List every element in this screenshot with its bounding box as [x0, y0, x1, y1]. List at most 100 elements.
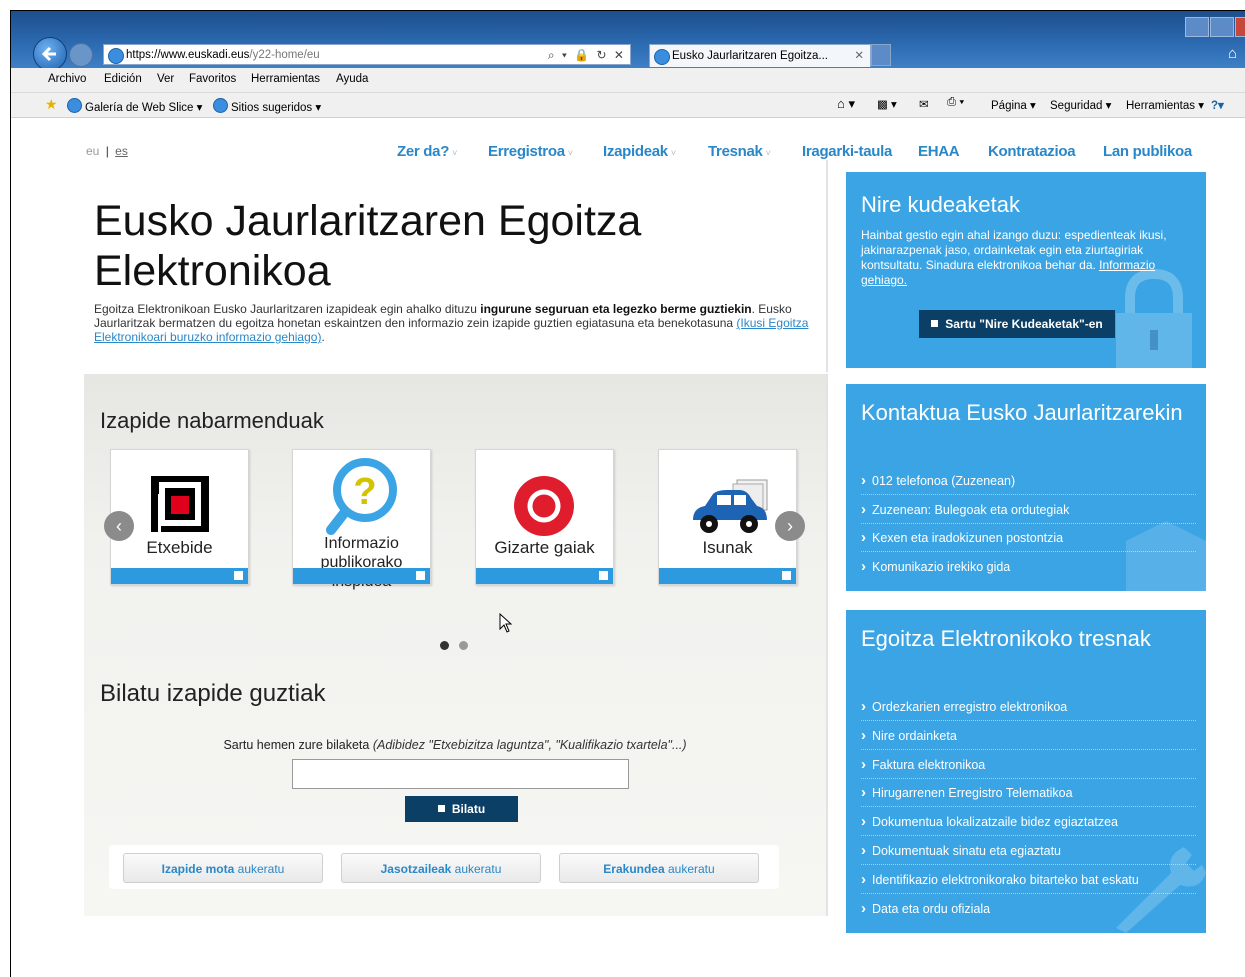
- home-icon[interactable]: ⌂: [1228, 45, 1237, 62]
- browser-tab[interactable]: Eusko Jaurlaritzaren Egoitza... ✕: [649, 44, 871, 67]
- address-tools[interactable]: ⌕ ▾ 🔒 ↻ ✕: [548, 45, 626, 66]
- menu-edit[interactable]: Edición: [104, 73, 142, 85]
- ie-icon: [67, 98, 82, 113]
- tool-link-identifikazioa[interactable]: Identifikazio elektronikorako bitarteko …: [861, 871, 1196, 894]
- maximize-button[interactable]: [1210, 17, 1234, 37]
- tool-link-lokalizatzailea[interactable]: Dokumentua lokalizatzaile bidez egiaztat…: [861, 813, 1196, 836]
- nav-izapideak[interactable]: Izapideak ˅: [603, 143, 676, 160]
- nav-zer-da[interactable]: Zer da? ˅: [397, 143, 457, 160]
- expand-icon: [234, 571, 243, 580]
- contact-link-zuzenean[interactable]: Zuzenean: Bulegoak eta ordutegiak: [861, 501, 1196, 524]
- nav-lan-publikoa[interactable]: Lan publikoa: [1103, 143, 1192, 160]
- cmd-security[interactable]: Seguridad ▾: [1050, 98, 1111, 112]
- contact-link-gida[interactable]: Komunikazio irekiko gida: [861, 558, 1196, 580]
- carousel-dot[interactable]: [459, 641, 468, 650]
- new-tab-button[interactable]: [871, 44, 891, 66]
- menu-view[interactable]: Ver: [157, 73, 174, 85]
- search-title: Bilatu izapide guztiak: [100, 680, 326, 707]
- etxebide-logo-icon: [149, 476, 209, 534]
- tool-link-ordezkariak[interactable]: Ordezkarien erregistro elektronikoa: [861, 698, 1196, 721]
- cmd-tools[interactable]: Herramientas ▾: [1126, 98, 1204, 112]
- nav-kontratazioa[interactable]: Kontratazioa: [988, 143, 1076, 160]
- filter-bar: Izapide mota aukeratu Jasotzaileak auker…: [109, 845, 779, 889]
- menu-bar: Archivo Edición Ver Favoritos Herramient…: [11, 68, 1245, 93]
- ie-icon: [108, 48, 124, 64]
- panel-title: Kontaktua Eusko Jaurlaritzarekin: [861, 400, 1183, 425]
- ie-icon: [213, 98, 228, 113]
- featured-title: Izapide nabarmenduak: [100, 408, 324, 433]
- expand-icon: [782, 571, 791, 580]
- nav-ehaa[interactable]: EHAA: [918, 143, 960, 160]
- mouse-cursor-icon: [499, 613, 513, 633]
- lang-es[interactable]: es: [115, 144, 128, 158]
- print-icon[interactable]: ⎙ ▾: [947, 96, 964, 109]
- minimize-button[interactable]: [1185, 17, 1209, 37]
- tool-link-data-ordua[interactable]: Data eta ordu ofiziala: [861, 900, 1196, 922]
- search-button[interactable]: Bilatu: [405, 796, 518, 822]
- tool-link-faktura[interactable]: Faktura elektronikoa: [861, 756, 1196, 779]
- panel-title: Nire kudeaketak: [861, 192, 1020, 217]
- forward-button[interactable]: [69, 43, 93, 67]
- ie-icon: [654, 49, 670, 65]
- contact-link-012[interactable]: 012 telefonoa (Zuzenean): [861, 472, 1196, 495]
- tresnak-panel: Egoitza Elektronikoko tresnak Ordezkarie…: [846, 610, 1206, 933]
- lang-eu[interactable]: eu: [86, 144, 99, 158]
- tab-close-icon[interactable]: ✕: [854, 45, 864, 67]
- filter-recipients-button[interactable]: Jasotzaileak aukeratu: [341, 853, 541, 883]
- card-label: Isunak: [702, 538, 753, 557]
- enter-nire-kudeaketak-button[interactable]: Sartu "Nire Kudeaketak"-en: [919, 310, 1115, 338]
- card-informazio-publikoa[interactable]: ? Informazio publikorako irispidea: [292, 449, 431, 590]
- car-fine-icon: [693, 479, 768, 533]
- card-label: Etxebide: [146, 538, 213, 557]
- page-title: Eusko Jaurlaritzaren Egoitza Elektroniko…: [94, 197, 642, 295]
- contact-link-kexak[interactable]: Kexen eta iradokizunen postontzia: [861, 529, 1196, 552]
- panel-title: Egoitza Elektronikoko tresnak: [861, 626, 1151, 651]
- back-button[interactable]: [33, 37, 67, 71]
- web-page: eu | es Zer da? ˅ Erregistroa ˅ Izapideak ˅…: [11, 118, 1245, 977]
- question-mark: ?: [353, 471, 376, 513]
- card-bar: [293, 568, 430, 584]
- menu-favorites[interactable]: Favoritos: [189, 73, 236, 85]
- window-controls: [1184, 17, 1245, 37]
- nav-tresnak[interactable]: Tresnak ˅: [708, 143, 771, 160]
- carousel-dot-active[interactable]: [440, 641, 449, 650]
- cmd-page[interactable]: Página ▾: [991, 98, 1036, 112]
- kontaktua-panel: Kontaktua Eusko Jaurlaritzarekin 012 tel…: [846, 384, 1206, 591]
- lang-separator: |: [105, 144, 109, 158]
- home-cmd-icon[interactable]: ⌂ ▾: [837, 96, 855, 112]
- card-label: Gizarte gaiak: [494, 538, 595, 557]
- menu-tools[interactable]: Herramientas: [251, 73, 320, 85]
- search-input[interactable]: [292, 759, 629, 789]
- nav-erregistroa[interactable]: Erregistroa ˅: [488, 143, 573, 160]
- close-window-button[interactable]: [1235, 17, 1245, 37]
- nav-iragarki-taula[interactable]: Iragarki-taula: [802, 143, 892, 160]
- card-bar: [659, 568, 796, 584]
- fav-suggested-sites[interactable]: Sitios sugeridos ▾: [213, 98, 321, 114]
- back-arrow-icon: [41, 46, 56, 62]
- hero-section: Eusko Jaurlaritzaren Egoitza Elektroniko…: [84, 160, 828, 372]
- tool-link-sinatu[interactable]: Dokumentuak sinatu eta egiaztatu: [861, 842, 1196, 865]
- url-text: https://www.euskadi.eus/y22-home/eu: [126, 49, 320, 61]
- square-icon: [437, 805, 445, 812]
- address-bar[interactable]: https://www.euskadi.eus/y22-home/eu ⌕ ▾ …: [103, 44, 631, 65]
- tool-link-hirugarrenak[interactable]: Hirugarrenen Erregistro Telematikoa: [861, 784, 1196, 807]
- menu-help[interactable]: Ayuda: [336, 73, 368, 85]
- browser-titlebar: https://www.euskadi.eus/y22-home/eu ⌕ ▾ …: [11, 11, 1245, 71]
- feeds-icon[interactable]: ▩ ▾: [877, 97, 897, 111]
- tool-link-ordainketa[interactable]: Nire ordainketa: [861, 727, 1196, 750]
- help-icon[interactable]: ?▾: [1211, 98, 1224, 112]
- browser-window: https://www.euskadi.eus/y22-home/eu ⌕ ▾ …: [10, 10, 1245, 977]
- carousel-next-button[interactable]: ›: [775, 511, 805, 541]
- lifebuoy-icon: [514, 476, 574, 536]
- favorites-star-icon[interactable]: ★: [45, 96, 58, 113]
- carousel-prev-button[interactable]: ‹: [104, 511, 134, 541]
- card-gizarte-gaiak[interactable]: Gizarte gaiak: [475, 449, 614, 585]
- expand-icon: [599, 571, 608, 580]
- filter-procedure-type-button[interactable]: Izapide mota aukeratu: [123, 853, 323, 883]
- card-isunak[interactable]: Isunak: [658, 449, 797, 585]
- mail-icon[interactable]: ✉: [919, 97, 929, 111]
- fav-web-slice-gallery[interactable]: Galería de Web Slice ▾: [67, 98, 202, 114]
- intro-text: Egoitza Elektronikoan Eusko Jaurlaritzar…: [94, 302, 809, 344]
- menu-file[interactable]: Archivo: [48, 73, 86, 85]
- filter-organisation-button[interactable]: Erakundea aukeratu: [559, 853, 759, 883]
